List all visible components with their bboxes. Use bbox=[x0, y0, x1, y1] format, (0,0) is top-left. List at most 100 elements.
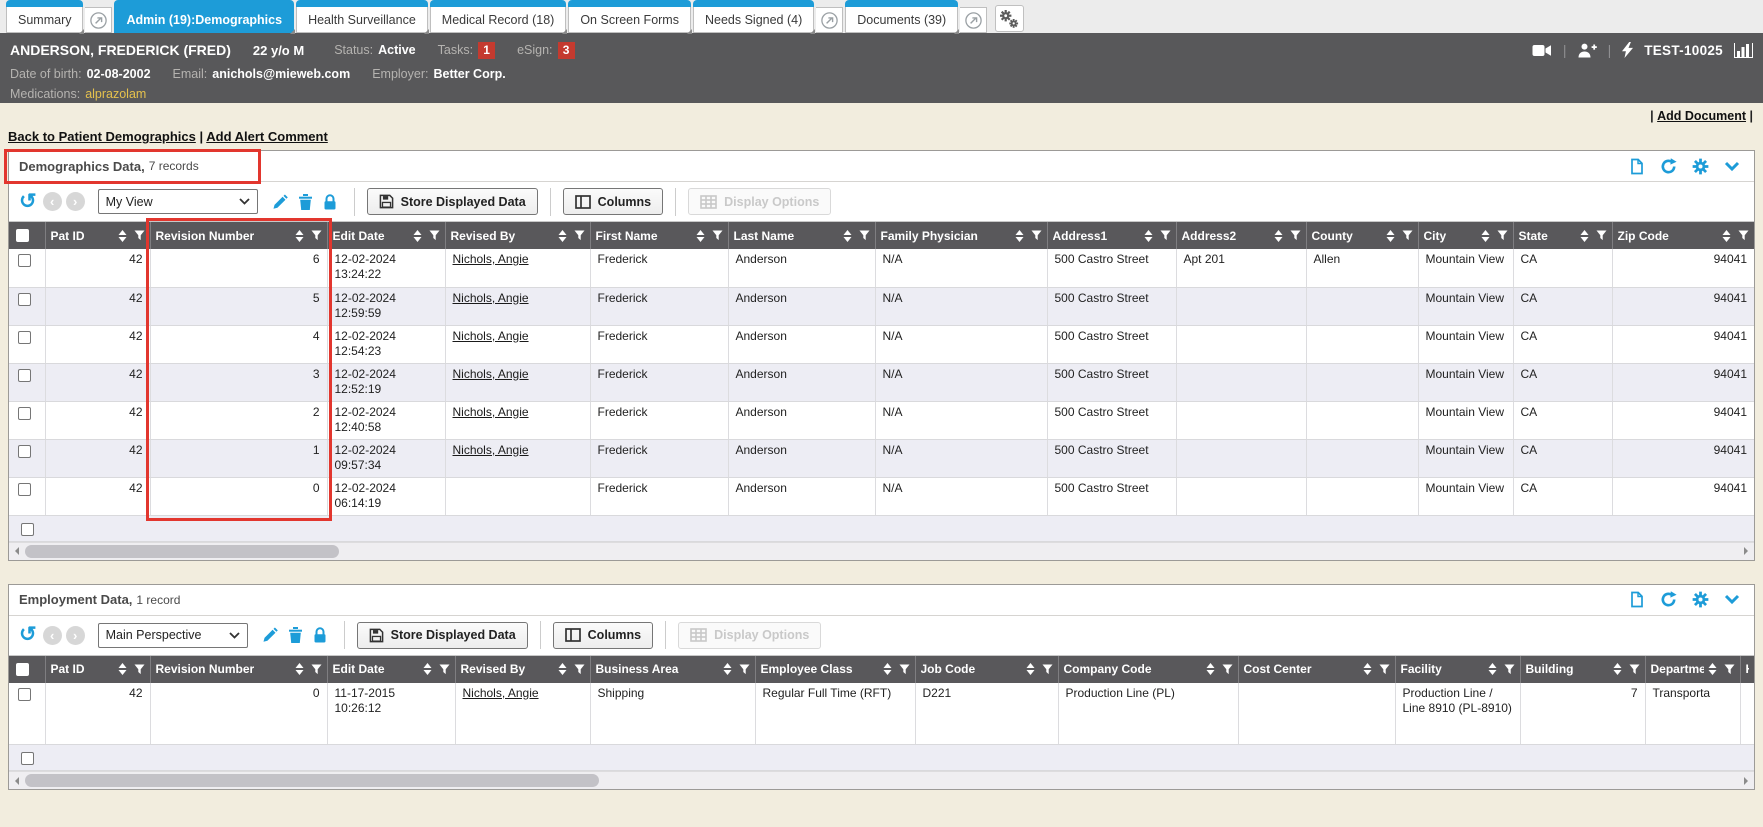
delete-trash-icon[interactable] bbox=[288, 627, 303, 643]
row-checkbox[interactable] bbox=[18, 293, 31, 306]
filter-icon[interactable] bbox=[1724, 664, 1735, 675]
add-user-icon[interactable] bbox=[1578, 43, 1597, 58]
col-header-first-name[interactable]: First Name bbox=[590, 222, 728, 249]
tab-needs-signed-4[interactable]: Needs Signed (4) bbox=[693, 0, 814, 33]
scroll-right-arrow[interactable] bbox=[1738, 772, 1754, 789]
scrollbar-thumb[interactable] bbox=[25, 545, 339, 558]
lock-icon[interactable] bbox=[323, 194, 337, 210]
tab-settings-button[interactable] bbox=[995, 5, 1024, 32]
col-header-pat-id[interactable]: Pat ID bbox=[45, 656, 150, 683]
revised-by-link[interactable]: Nichols, Angie bbox=[453, 405, 529, 419]
columns-button[interactable]: Columns bbox=[553, 622, 653, 649]
store-displayed-data-button[interactable]: Store Displayed Data bbox=[367, 188, 538, 215]
refresh-icon[interactable] bbox=[1660, 591, 1677, 608]
col-header-last-name[interactable]: Last Name bbox=[728, 222, 875, 249]
view-selector[interactable]: Main Perspective bbox=[98, 623, 248, 648]
filter-icon[interactable] bbox=[1596, 230, 1607, 241]
tab-popout-button[interactable] bbox=[816, 7, 843, 33]
col-header-pat-id[interactable]: Pat ID bbox=[45, 222, 150, 249]
chart-icon[interactable] bbox=[1734, 43, 1753, 58]
nav-back-icon[interactable]: ‹ bbox=[43, 626, 62, 645]
col-header-county[interactable]: County bbox=[1306, 222, 1418, 249]
sort-icon[interactable] bbox=[295, 230, 304, 242]
row-checkbox[interactable] bbox=[18, 483, 31, 496]
scroll-left-arrow[interactable] bbox=[9, 543, 25, 560]
row-checkbox[interactable] bbox=[18, 688, 31, 701]
collapse-chevron-icon[interactable] bbox=[1724, 594, 1740, 605]
sort-icon[interactable] bbox=[413, 230, 422, 242]
medications-value[interactable]: alprazolam bbox=[85, 87, 146, 101]
sort-icon[interactable] bbox=[558, 663, 567, 675]
view-selector[interactable]: My View bbox=[98, 189, 258, 214]
sort-icon[interactable] bbox=[118, 230, 127, 242]
row-checkbox[interactable] bbox=[18, 407, 31, 420]
scroll-left-arrow[interactable] bbox=[9, 772, 25, 789]
filter-icon[interactable] bbox=[1402, 230, 1413, 241]
row-checkbox[interactable] bbox=[18, 331, 31, 344]
filter-icon[interactable] bbox=[134, 664, 145, 675]
col-header-revised-by[interactable]: Revised By bbox=[455, 656, 590, 683]
tab-documents-39[interactable]: Documents (39) bbox=[845, 0, 958, 33]
sort-icon[interactable] bbox=[1363, 663, 1372, 675]
revised-by-link[interactable]: Nichols, Angie bbox=[453, 367, 529, 381]
sort-icon[interactable] bbox=[1488, 663, 1497, 675]
filter-icon[interactable] bbox=[1379, 664, 1390, 675]
col-header-job-code[interactable]: Job Code bbox=[915, 656, 1058, 683]
sort-icon[interactable] bbox=[423, 663, 432, 675]
sort-icon[interactable] bbox=[1481, 230, 1490, 242]
refresh-icon[interactable] bbox=[1660, 158, 1677, 175]
add-alert-comment-link[interactable]: Add Alert Comment bbox=[206, 129, 328, 144]
sort-icon[interactable] bbox=[883, 663, 892, 675]
revised-by-link[interactable]: Nichols, Angie bbox=[463, 686, 539, 700]
filter-icon[interactable] bbox=[429, 230, 440, 241]
filter-icon[interactable] bbox=[1160, 230, 1171, 241]
sort-icon[interactable] bbox=[1722, 230, 1731, 242]
tasks-badge[interactable]: 1 bbox=[478, 42, 495, 59]
filter-icon[interactable] bbox=[739, 664, 750, 675]
horizontal-scrollbar[interactable] bbox=[9, 771, 1754, 789]
col-header-family-physician[interactable]: Family Physician bbox=[875, 222, 1047, 249]
col-header-city[interactable]: City bbox=[1418, 222, 1513, 249]
row-checkbox[interactable] bbox=[18, 254, 31, 267]
nav-forward-icon[interactable]: › bbox=[66, 192, 85, 211]
col-header-edit-date[interactable]: Edit Date bbox=[327, 222, 445, 249]
row-checkbox[interactable] bbox=[18, 369, 31, 382]
sort-icon[interactable] bbox=[1708, 663, 1717, 675]
add-document-link[interactable]: Add Document bbox=[1657, 109, 1746, 123]
sort-icon[interactable] bbox=[1026, 663, 1035, 675]
select-all-checkbox[interactable] bbox=[16, 663, 29, 676]
sort-icon[interactable] bbox=[1580, 230, 1589, 242]
col-header-edit-date[interactable]: Edit Date bbox=[327, 656, 455, 683]
filter-icon[interactable] bbox=[1222, 664, 1233, 675]
col-header-cost-center[interactable]: Cost Center bbox=[1238, 656, 1395, 683]
sort-icon[interactable] bbox=[1015, 230, 1024, 242]
scrollbar-thumb[interactable] bbox=[25, 774, 599, 787]
nav-back-icon[interactable]: ‹ bbox=[43, 192, 62, 211]
filter-icon[interactable] bbox=[712, 230, 723, 241]
col-header-h[interactable]: H bbox=[1740, 656, 1754, 683]
col-header-address1[interactable]: Address1 bbox=[1047, 222, 1176, 249]
sort-icon[interactable] bbox=[723, 663, 732, 675]
store-displayed-data-button[interactable]: Store Displayed Data bbox=[357, 622, 528, 649]
edit-pencil-icon[interactable] bbox=[272, 194, 288, 210]
columns-button[interactable]: Columns bbox=[563, 188, 663, 215]
new-document-icon[interactable] bbox=[1629, 158, 1645, 175]
tab-summary[interactable]: Summary bbox=[6, 0, 83, 33]
col-header-department[interactable]: Department bbox=[1645, 656, 1740, 683]
filter-icon[interactable] bbox=[439, 664, 450, 675]
sort-icon[interactable] bbox=[118, 663, 127, 675]
row-checkbox[interactable] bbox=[18, 445, 31, 458]
col-header-revision-number[interactable]: Revision Number bbox=[150, 656, 327, 683]
filter-icon[interactable] bbox=[1504, 664, 1515, 675]
filter-icon[interactable] bbox=[1497, 230, 1508, 241]
nav-forward-icon[interactable]: › bbox=[66, 626, 85, 645]
filter-icon[interactable] bbox=[859, 230, 870, 241]
sort-icon[interactable] bbox=[843, 230, 852, 242]
filter-icon[interactable] bbox=[1738, 230, 1749, 241]
filter-icon[interactable] bbox=[574, 230, 585, 241]
col-header-facility[interactable]: Facility bbox=[1395, 656, 1520, 683]
sort-icon[interactable] bbox=[1206, 663, 1215, 675]
sort-icon[interactable] bbox=[295, 663, 304, 675]
filter-icon[interactable] bbox=[899, 664, 910, 675]
collapse-chevron-icon[interactable] bbox=[1724, 161, 1740, 172]
